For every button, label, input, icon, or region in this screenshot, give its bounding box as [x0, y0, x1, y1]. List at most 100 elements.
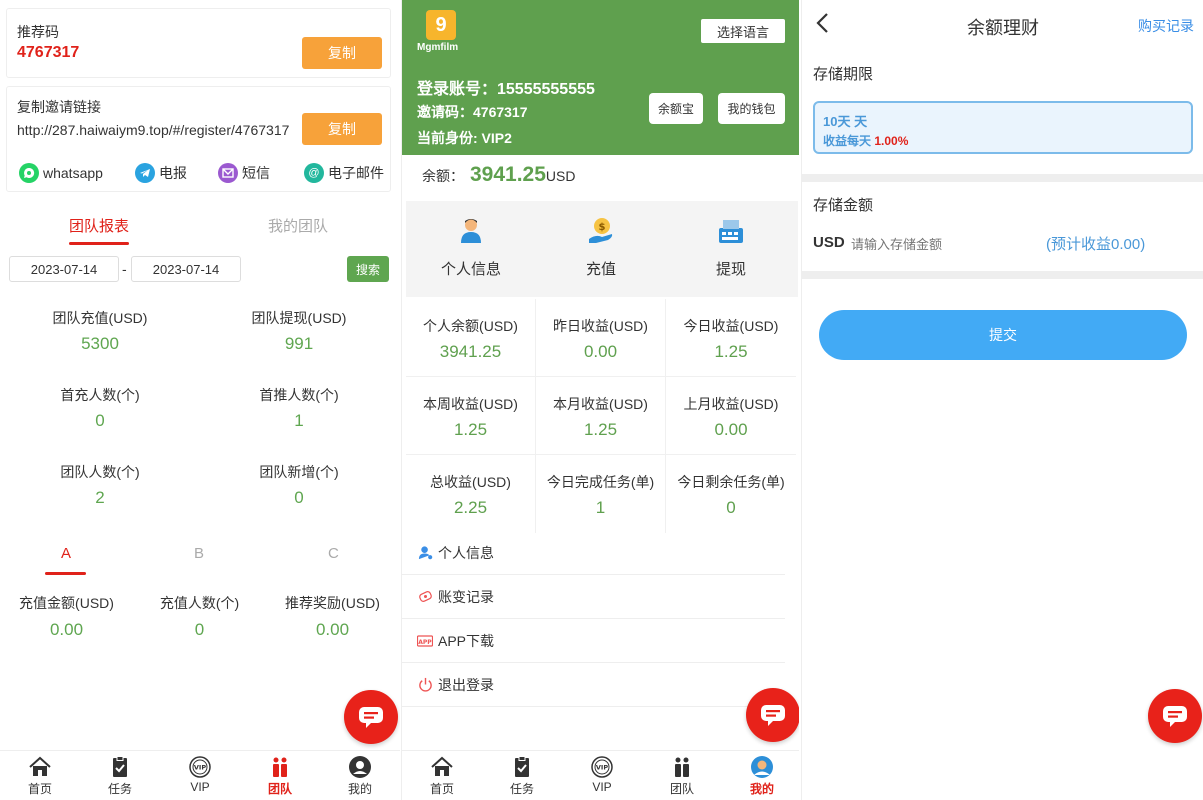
menu-account-records[interactable]: 账变记录	[402, 575, 785, 619]
date-from-input[interactable]: 2023-07-14	[9, 256, 119, 282]
stat-first-recharge-count: 首充人数(个) 0	[0, 385, 200, 431]
grid-value: 0.00	[583, 342, 618, 361]
tabbar-home[interactable]: 首页	[0, 755, 80, 797]
task-icon	[113, 756, 127, 777]
stat-team-new: 团队新增(个) 0	[199, 462, 399, 508]
grid-value: 1	[595, 498, 606, 517]
action-label: 充值	[585, 261, 616, 278]
back-button[interactable]	[816, 12, 830, 39]
home-icon	[29, 756, 51, 776]
stat-label: 首推人数(个)	[259, 387, 339, 403]
tabbar-mine[interactable]: 我的	[722, 755, 799, 797]
team-icon	[273, 757, 287, 777]
power-icon	[417, 677, 433, 693]
wallet-button[interactable]: 我的钱包	[718, 93, 785, 124]
menu-app-download[interactable]: APP APP下载	[402, 619, 785, 663]
referral-card: 推荐码 4767317 复制	[6, 8, 391, 78]
tabbar-vip[interactable]: VIP VIP	[160, 755, 240, 794]
stat-team-size: 团队人数(个) 2	[0, 462, 200, 508]
bottom-tabbar: 首页 任务 VIP VIP 团队 我的	[0, 750, 400, 800]
referral-label: 推荐码	[17, 24, 59, 40]
menu-logout[interactable]: 退出登录	[402, 663, 785, 707]
share-email[interactable]: @ 电子邮件	[304, 163, 384, 183]
chat-button[interactable]	[344, 690, 398, 744]
vip-icon: VIP	[189, 756, 211, 778]
stat-label: 首充人数(个)	[60, 387, 140, 403]
grid-label: 总收益(USD)	[430, 474, 511, 490]
current-identity: 当前身份: VIP2	[417, 130, 512, 146]
rate-value: 1.00%	[874, 134, 909, 148]
finance-panel: 余额理财 购买记录 存储期限 10天 天 收益每天 1.00% 存储金额 USD…	[801, 0, 1203, 800]
chat-icon	[1163, 706, 1187, 727]
date-to-input[interactable]: 2023-07-14	[131, 256, 241, 282]
level-stat-recharge-count: 充值人数(个) 0	[133, 593, 266, 640]
invite-link-url: http://287.haiwaiym9.top/#/register/4767…	[17, 122, 290, 138]
share-telegram[interactable]: 电报	[135, 163, 187, 183]
copy-link-button[interactable]: 复制	[302, 113, 382, 145]
yuebao-button[interactable]: 余额宝	[649, 93, 703, 124]
stat-label: 团队新增(个)	[259, 464, 339, 480]
purchase-records-link[interactable]: 购买记录	[1138, 16, 1194, 36]
tabbar-mine[interactable]: 我的	[320, 755, 400, 797]
team-panel: 推荐码 4767317 复制 复制邀请链接 http://287.haiwaiy…	[0, 0, 400, 800]
share-sms[interactable]: 短信	[218, 163, 270, 183]
referral-code: 4767317	[17, 44, 80, 61]
finance-body	[802, 48, 1203, 800]
grid-value: 0	[726, 498, 736, 517]
divider	[802, 174, 1203, 182]
tabbar-task[interactable]: 任务	[482, 755, 562, 797]
menu-personal-info[interactable]: 个人信息	[402, 531, 785, 575]
tabbar-home[interactable]: 首页	[402, 755, 482, 797]
recharge-icon: $	[589, 218, 613, 243]
action-recharge[interactable]: $ 充值	[536, 215, 666, 279]
menu-label: 个人信息	[438, 544, 494, 561]
submit-button[interactable]: 提交	[819, 310, 1187, 360]
action-personal-info[interactable]: 个人信息	[406, 215, 536, 279]
action-label: 个人信息	[440, 261, 501, 278]
amount-input[interactable]	[851, 234, 1031, 254]
date-separator: -	[122, 261, 127, 277]
tabbar-team[interactable]: 团队	[642, 755, 722, 797]
tab-my-team[interactable]: 我的团队	[268, 215, 328, 236]
stat-value: 0	[194, 620, 205, 639]
share-label: 短信	[242, 165, 270, 181]
withdraw-icon	[719, 220, 743, 243]
grid-cell: 今日收益(USD) 1.25	[666, 299, 796, 377]
sms-icon	[218, 163, 238, 183]
period-option[interactable]: 10天 天 收益每天 1.00%	[813, 101, 1193, 154]
tab-team-report[interactable]: 团队报表	[69, 215, 129, 236]
copy-code-button[interactable]: 复制	[302, 37, 382, 69]
tab-underline	[69, 242, 129, 245]
level-tab-c[interactable]: C	[328, 545, 339, 562]
mine-panel: 9 Mgmfilm 选择语言 登录账号：15555555555 邀请码：4767…	[401, 0, 799, 800]
grid-label: 昨日收益(USD)	[553, 318, 648, 334]
grid-cell: 本月收益(USD) 1.25	[536, 377, 666, 455]
app-icon: APP	[417, 633, 433, 649]
team-tabs: 团队报表 我的团队	[0, 208, 400, 248]
tabbar-task[interactable]: 任务	[80, 755, 160, 797]
share-whatsapp[interactable]: whatsapp	[19, 163, 103, 183]
tabbar-vip[interactable]: VIP VIP	[562, 755, 642, 794]
stat-value: 5300	[81, 334, 119, 353]
level-underline	[45, 572, 86, 575]
profile-icon	[751, 756, 773, 778]
telegram-icon	[135, 163, 155, 183]
level-tab-a[interactable]: A	[61, 545, 71, 562]
chat-button[interactable]	[746, 688, 799, 742]
search-button[interactable]: 搜索	[347, 256, 389, 282]
tabbar-label: VIP	[190, 780, 210, 794]
chevron-left-icon	[816, 13, 828, 33]
grid-label: 今日收益(USD)	[683, 318, 779, 334]
grid-value: 1.25	[453, 420, 488, 439]
tabbar-team[interactable]: 团队	[240, 755, 320, 797]
chat-button[interactable]	[1148, 689, 1202, 743]
level-tab-b[interactable]: B	[194, 545, 204, 562]
grid-label: 个人余额(USD)	[423, 318, 518, 334]
stat-label: 充值人数(个)	[159, 595, 240, 611]
svg-text:VIP: VIP	[596, 764, 608, 772]
tabbar-label: 团队	[669, 782, 694, 796]
language-button[interactable]: 选择语言	[701, 19, 785, 43]
stat-value: 0.00	[315, 620, 350, 639]
action-withdraw[interactable]: 提现	[666, 215, 796, 279]
grid-cell: 总收益(USD) 2.25	[406, 455, 536, 533]
